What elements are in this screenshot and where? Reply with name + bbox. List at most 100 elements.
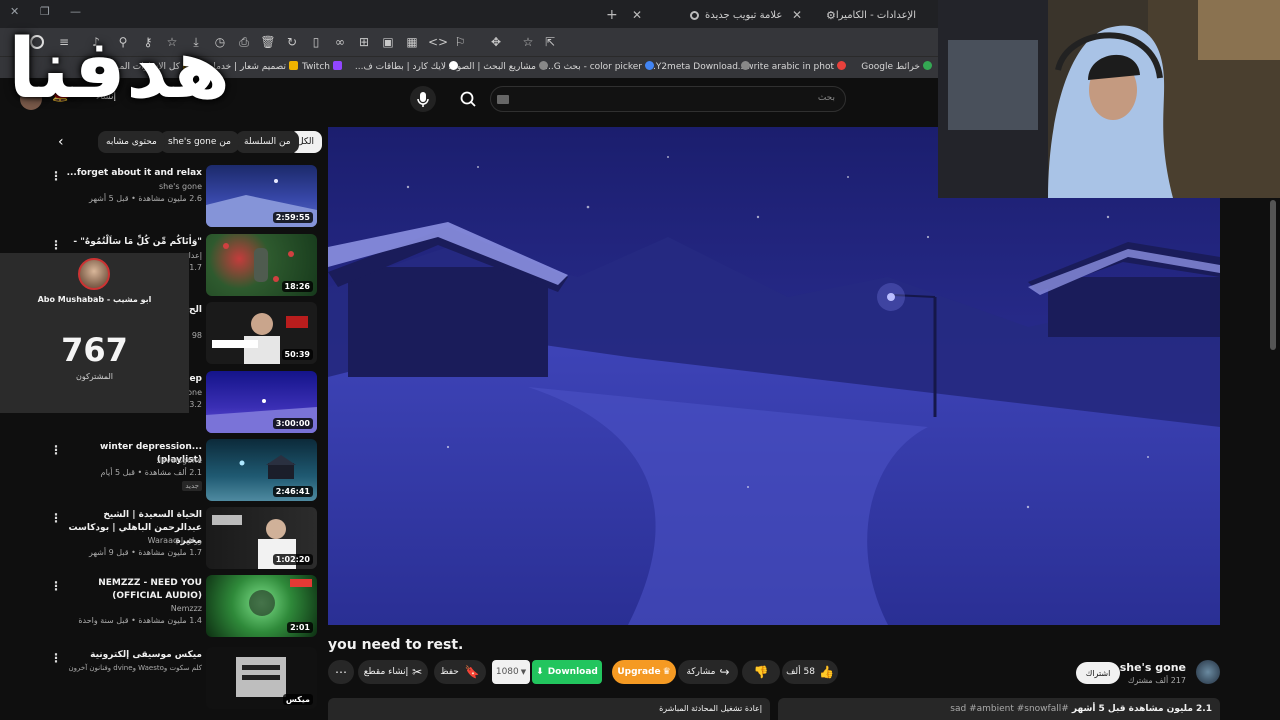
crown-icon: ♛ bbox=[662, 667, 671, 677]
print-icon[interactable]: ⎙ bbox=[236, 34, 252, 50]
duration-badge: 2:01 bbox=[287, 622, 313, 633]
video-title: "وَاٰتَاكُم مِّن كُلِّ مَا سَاَلْتُمُوهُ… bbox=[73, 237, 202, 247]
list-item[interactable]: 2:46:41 winter depression... (playlist) … bbox=[0, 439, 320, 505]
bookmark-item[interactable]: write arabic in phot... bbox=[738, 61, 846, 72]
quality-select[interactable]: 1080 ▼ bbox=[492, 660, 530, 684]
tab-close-button[interactable]: ✕ bbox=[626, 4, 648, 26]
clip-button[interactable]: إنشاء مقطع ✂ bbox=[358, 660, 428, 684]
search-placeholder: بحث bbox=[817, 93, 835, 103]
list-item[interactable]: 2:01 NEMZZZ - NEED YOU (OFFICIAL AUDIO) … bbox=[0, 575, 320, 641]
share-button[interactable]: مشاركة ↪ bbox=[678, 660, 738, 684]
video-title: forget about it and relax... bbox=[66, 168, 202, 178]
refresh-icon[interactable]: ↻ bbox=[284, 34, 300, 50]
video-meta: 2.6 مليون مشاهدة • قبل 5 أشهر bbox=[89, 194, 202, 203]
chip-from-channel[interactable]: من she's gone bbox=[160, 131, 239, 153]
bookmark-item[interactable]: color picker - بحث G... bbox=[545, 61, 654, 72]
video-thumbnail[interactable]: 2:59:55 bbox=[206, 165, 317, 227]
code-icon[interactable]: <> bbox=[428, 34, 448, 50]
video-thumbnail[interactable]: 2:46:41 bbox=[206, 439, 317, 501]
hashtags[interactable]: #sad #ambient #snowfall bbox=[950, 704, 1068, 714]
trash-icon[interactable]: 🗑 bbox=[260, 34, 276, 50]
favicon-icon bbox=[449, 61, 458, 70]
channel-name: Abo Mushabab - ابو مشيب bbox=[37, 295, 152, 304]
video-title: ميكس موسيقى إلكترونية bbox=[90, 650, 202, 660]
window-minimize-button[interactable]: — bbox=[70, 5, 81, 18]
more-actions-button[interactable]: ⋯ bbox=[328, 660, 354, 684]
share-page-icon[interactable]: ⇱ bbox=[542, 34, 558, 50]
search-input[interactable]: بحث bbox=[490, 86, 846, 112]
bookmark-item[interactable]: Twitch bbox=[302, 61, 342, 72]
tab-settings[interactable]: ⚙ الإعدادات - الكاميرا bbox=[820, 4, 916, 26]
video-player[interactable] bbox=[328, 127, 1220, 625]
more-options-icon[interactable]: ⋮ bbox=[50, 169, 62, 183]
video-title: you need to rest. bbox=[328, 637, 464, 653]
bookmark-star-icon[interactable]: ☆ bbox=[520, 34, 536, 50]
channel-avatar[interactable] bbox=[1196, 660, 1220, 684]
dislike-button[interactable]: 👎 bbox=[742, 660, 780, 684]
video-thumbnail[interactable]: 18:26 bbox=[206, 234, 317, 296]
more-options-icon[interactable]: ⋮ bbox=[50, 443, 62, 457]
puzzle-icon[interactable]: ✥ bbox=[488, 34, 504, 50]
bookmark-item[interactable]: Y2meta Download... bbox=[647, 61, 750, 72]
tab-close-button[interactable]: ✕ bbox=[786, 4, 808, 26]
more-options-icon[interactable]: ⋮ bbox=[50, 651, 62, 665]
channel-name[interactable]: she's gone bbox=[1120, 661, 1186, 674]
grid-icon[interactable]: ⊞ bbox=[356, 34, 372, 50]
save-button[interactable]: حفظ 🔖 bbox=[434, 660, 486, 684]
chevron-down-icon: ▼ bbox=[520, 668, 527, 676]
chip-related[interactable]: محتوى مشابه bbox=[98, 131, 165, 153]
video-stats: 2.1 مليون مشاهدة قبل 5 أشهر #sad #ambien… bbox=[950, 704, 1212, 714]
more-options-icon[interactable]: ⋮ bbox=[50, 579, 62, 593]
download-button[interactable]: ⬇ Download bbox=[532, 660, 602, 684]
search-button[interactable] bbox=[452, 86, 484, 112]
video-thumbnail[interactable]: 1:02:20 bbox=[206, 507, 317, 569]
save-label: حفظ bbox=[440, 667, 459, 677]
bookmark-item[interactable]: خرائط Google bbox=[861, 61, 932, 72]
likes-count: 58 ألف bbox=[786, 667, 815, 677]
share-icon: ↪ bbox=[719, 665, 730, 679]
translate-icon[interactable]: ⚐ bbox=[452, 34, 468, 50]
table-icon[interactable]: ▦ bbox=[404, 34, 420, 50]
subscribe-button[interactable]: اشتراك bbox=[1076, 662, 1120, 684]
views-count: 2.1 مليون مشاهدة bbox=[1128, 704, 1212, 714]
upgrade-button[interactable]: Upgrade ♛ bbox=[612, 660, 676, 684]
subscriber-count: 217 ألف مشترك bbox=[1127, 676, 1186, 685]
like-button[interactable]: 58 ألف 👍 bbox=[782, 660, 838, 684]
list-item[interactable]: 2:59:55 forget about it and relax... she… bbox=[0, 165, 320, 231]
window-close-button[interactable]: ✕ bbox=[10, 5, 19, 18]
close-icon: ✕ bbox=[632, 8, 643, 22]
tab-new-tab[interactable]: علامة تبويب جديدة bbox=[690, 4, 782, 26]
link-icon[interactable]: ∞ bbox=[332, 34, 348, 50]
bookmark-label: Twitch bbox=[301, 62, 330, 72]
list-item[interactable]: 1:02:20 الحياة السعيدة | الشيخ عبدالرحمن… bbox=[0, 507, 320, 573]
bookmark-item[interactable]: مشاريع البحث | الصو... bbox=[448, 61, 548, 72]
more-options-icon[interactable]: ⋮ bbox=[50, 238, 62, 252]
chrome-icon bbox=[690, 10, 699, 20]
keyboard-icon[interactable] bbox=[497, 95, 509, 104]
new-tab-button[interactable]: + bbox=[600, 4, 624, 26]
video-thumbnail[interactable]: 50:39 bbox=[206, 302, 317, 364]
live-chat-replay[interactable]: إعادة تشغيل المحادثة المباشرة bbox=[328, 698, 770, 720]
chevron-left-icon[interactable]: ‹ bbox=[58, 134, 64, 150]
video-thumbnail[interactable]: 2:01 bbox=[206, 575, 317, 637]
list-item[interactable]: ميكس ميكس موسيقى إلكترونية كلم سكوت وWae… bbox=[0, 647, 320, 713]
duration-badge: 3:00:00 bbox=[272, 418, 313, 429]
search-icon bbox=[460, 91, 476, 107]
page-scrollbar[interactable] bbox=[1270, 200, 1276, 350]
tab-label: علامة تبويب جديدة bbox=[705, 9, 783, 21]
more-options-icon[interactable]: ⋮ bbox=[50, 511, 62, 525]
window-maximize-button[interactable]: ❐ bbox=[40, 5, 50, 18]
upload-age: قبل 5 أشهر bbox=[1071, 704, 1126, 714]
chip-from-series[interactable]: من السلسلة bbox=[236, 131, 299, 153]
video-thumbnail[interactable]: ميكس bbox=[206, 647, 317, 709]
bookmark-label: خرائط Google bbox=[861, 62, 920, 72]
voice-search-button[interactable] bbox=[410, 86, 436, 112]
bookmark-label: write arabic in phot... bbox=[737, 62, 834, 72]
reader-icon[interactable]: ▯ bbox=[308, 34, 324, 50]
extension-icon[interactable]: ▣ bbox=[380, 34, 396, 50]
video-thumbnail[interactable]: 3:00:00 bbox=[206, 371, 317, 433]
description-box[interactable]: 2.1 مليون مشاهدة قبل 5 أشهر #sad #ambien… bbox=[778, 698, 1220, 720]
bookmark-item[interactable]: لايك كارد | بطاقات ف... bbox=[355, 61, 458, 72]
microphone-icon bbox=[417, 92, 429, 107]
channel-name: Nemzzz bbox=[170, 604, 202, 613]
